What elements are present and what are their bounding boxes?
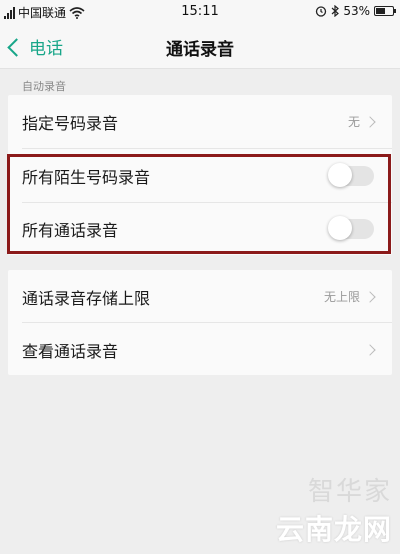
- row-label: 指定号码录音: [22, 113, 119, 133]
- chevron-right-icon: [364, 115, 376, 128]
- all-calls-record-toggle[interactable]: [328, 215, 374, 240]
- chevron-right-icon: [364, 343, 376, 356]
- watermark: 智华家 云南龙网: [276, 471, 392, 548]
- row-storage-limit[interactable]: 通话录音存储上限 无上限: [8, 270, 392, 323]
- row-value: 无上限: [323, 290, 360, 304]
- row-label: 所有陌生号码录音: [22, 167, 151, 187]
- status-right: 53%: [315, 4, 396, 18]
- chevron-right-icon: [364, 290, 376, 303]
- row-specified-number-record[interactable]: 指定号码录音 无: [8, 95, 392, 148]
- storage-group: 通话录音存储上限 无上限 查看通话录音: [8, 270, 392, 375]
- bluetooth-icon: [331, 5, 340, 17]
- battery-icon: [374, 6, 396, 16]
- stranger-record-toggle[interactable]: [328, 162, 374, 187]
- row-all-calls-record: 所有通话录音: [8, 202, 392, 255]
- page-title: 通话录音: [166, 40, 234, 60]
- row-view-recordings[interactable]: 查看通话录音: [8, 323, 392, 376]
- toggle-knob: [328, 162, 352, 187]
- nav-bar: 电话 通话录音: [0, 24, 400, 69]
- row-label: 查看通话录音: [22, 341, 119, 361]
- toggle-knob: [328, 215, 352, 240]
- auto-record-group: 指定号码录音 无 所有陌生号码录音 所有通话录音: [8, 95, 392, 255]
- status-bar: 中国联通 15:11 53%: [0, 0, 400, 24]
- row-value: 无: [347, 115, 360, 129]
- watermark-bottom: 云南龙网: [275, 513, 392, 546]
- row-label: 所有通话录音: [22, 220, 119, 240]
- section-header-auto-record: 自动录音: [22, 80, 66, 93]
- alarm-icon: [316, 6, 327, 17]
- watermark-top: 智华家: [307, 477, 392, 507]
- row-stranger-number-record: 所有陌生号码录音: [8, 149, 392, 202]
- row-label: 通话录音存储上限: [22, 288, 151, 308]
- battery-percent: 53%: [343, 4, 370, 18]
